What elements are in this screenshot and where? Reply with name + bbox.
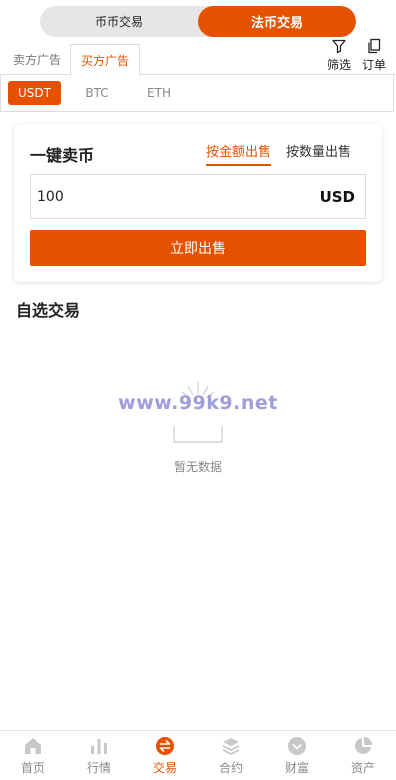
filter-label: 筛选 — [327, 58, 352, 72]
nav-contract[interactable]: 合约 — [198, 731, 264, 780]
orders-button[interactable]: 订单 — [362, 38, 386, 73]
mode-by-quantity-tab[interactable]: 按数量出售 — [286, 141, 351, 164]
amount-input[interactable]: 100 USD — [30, 174, 366, 219]
bar-chart-icon — [91, 738, 107, 754]
nav-assets[interactable]: 资产 — [330, 731, 396, 780]
tab-buy-ads[interactable]: 买方广告 — [70, 44, 140, 76]
nav-wealth[interactable]: 财富 — [264, 731, 330, 780]
nav-market-label: 行情 — [86, 760, 111, 775]
coin-tabs: USDT BTC ETH — [0, 75, 394, 112]
nav-trade[interactable]: 交易 — [132, 731, 198, 780]
bottom-nav: 首页 行情 交易 合约 财富 资产 — [0, 730, 396, 780]
nav-contract-label: 合约 — [218, 760, 243, 775]
orders-label: 订单 — [362, 58, 387, 72]
mode-by-amount-tab[interactable]: 按金额出售 — [206, 141, 272, 166]
otc-trade-page: 币币交易 法币交易 卖方广告 买方广告 筛选 订单 USDT BTC ETH 一… — [0, 0, 396, 780]
trade-type-toggle: 币币交易 法币交易 — [40, 6, 356, 37]
nav-market[interactable]: 行情 — [66, 731, 132, 780]
spot-trade-tab[interactable]: 币币交易 — [40, 6, 198, 37]
otc-trade-tab[interactable]: 法币交易 — [198, 6, 356, 37]
quick-sell-card: 一键卖币 按金额出售 按数量出售 100 USD 立即出售 — [14, 124, 382, 282]
coin-tab-btc[interactable]: BTC — [73, 81, 121, 105]
nav-wealth-label: 财富 — [284, 760, 309, 775]
tab-sell-ads[interactable]: 卖方广告 — [6, 44, 68, 75]
nav-home-label: 首页 — [20, 760, 45, 775]
pie-chart-icon — [355, 736, 372, 754]
layers-icon — [222, 737, 240, 755]
orders-icon — [368, 38, 381, 54]
nav-trade-label: 交易 — [152, 760, 177, 775]
empty-state-text: 暂无数据 — [173, 460, 222, 474]
home-icon — [25, 737, 41, 754]
coin-tab-eth[interactable]: ETH — [135, 81, 183, 105]
filter-icon — [332, 39, 346, 54]
wealth-icon — [288, 736, 306, 755]
favorite-trades-title: 自选交易 — [16, 301, 81, 320]
swap-icon — [156, 736, 174, 755]
sell-now-button[interactable]: 立即出售 — [30, 230, 366, 266]
filter-button[interactable]: 筛选 — [327, 38, 351, 73]
coin-tab-usdt[interactable]: USDT — [8, 81, 61, 105]
currency-label: USD — [319, 187, 355, 206]
nav-home[interactable]: 首页 — [0, 731, 66, 780]
nav-assets-label: 资产 — [350, 760, 375, 775]
quick-sell-title: 一键卖币 — [30, 146, 95, 165]
watermark-text: www.99k9.net — [118, 392, 278, 414]
amount-value: 100 — [37, 188, 64, 205]
